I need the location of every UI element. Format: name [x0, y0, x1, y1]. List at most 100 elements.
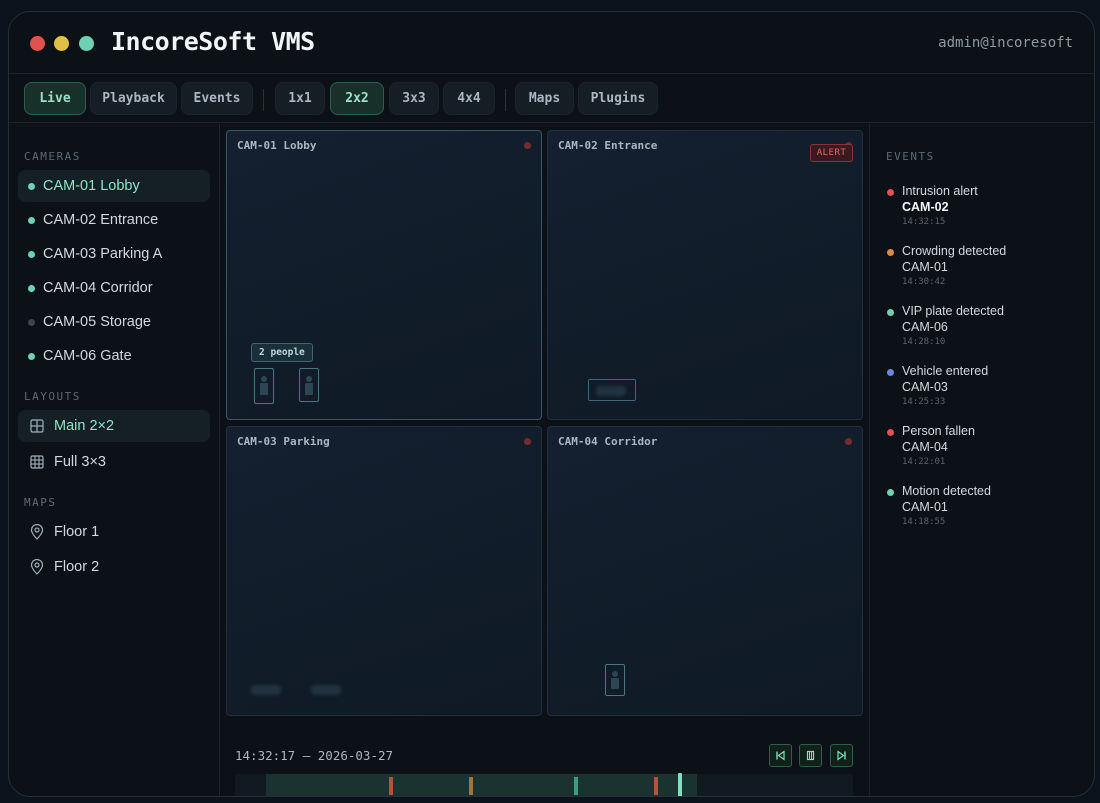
- layout-3x3-button[interactable]: 3x3: [389, 82, 439, 115]
- timeline-event-marker[interactable]: [469, 777, 473, 795]
- person-detection-box: [299, 368, 319, 402]
- camera-label: CAM-06 Gate: [43, 348, 132, 364]
- close-window-button[interactable]: [30, 36, 45, 51]
- vehicle-detection-box: [588, 379, 636, 401]
- recording-icon: [524, 438, 531, 445]
- person-icon: [611, 671, 619, 689]
- vehicle-shape: [596, 386, 626, 396]
- event-time: 14:30:42: [902, 277, 946, 287]
- severity-dot-icon: [887, 369, 894, 376]
- sidebar-item-cam-01[interactable]: CAM-01 Lobby: [18, 170, 210, 202]
- plugins-button[interactable]: Plugins: [578, 82, 658, 115]
- layout-label: Full 3×3: [54, 454, 106, 470]
- severity-dot-icon: [887, 189, 894, 196]
- tab-events[interactable]: Events: [181, 82, 253, 115]
- sidebar-item-cam-02[interactable]: CAM-02 Entrance: [18, 204, 210, 236]
- maximize-window-button[interactable]: [79, 36, 94, 51]
- sidebar-item-cam-05[interactable]: CAM-05 Storage: [18, 306, 210, 338]
- sidebar: CAMERAS CAM-01 Lobby CAM-02 Entrance CAM…: [9, 124, 220, 796]
- camera-label: CAM-05 Storage: [43, 314, 151, 330]
- severity-dot-icon: [887, 309, 894, 316]
- layouts-heading: LAYOUTS: [24, 390, 81, 403]
- tab-playback[interactable]: Playback: [90, 82, 177, 115]
- severity-dot-icon: [887, 489, 894, 496]
- severity-dot-icon: [887, 249, 894, 256]
- camera-label: CAM-04 Corridor: [43, 280, 153, 296]
- person-icon: [305, 376, 313, 395]
- event-title: Vehicle entered: [902, 364, 989, 378]
- skip-back-icon: [776, 750, 785, 761]
- layout-label: Main 2×2: [54, 418, 115, 434]
- playback-timestamp: 14:32:17 — 2026-03-27: [235, 748, 394, 763]
- sidebar-item-cam-03[interactable]: CAM-03 Parking A: [18, 238, 210, 270]
- grid-icon: [30, 455, 44, 469]
- toolbar-divider: [263, 89, 264, 111]
- minimize-window-button[interactable]: [54, 36, 69, 51]
- camera-label: CAM-01 Lobby: [43, 178, 140, 194]
- sidebar-item-floor-1[interactable]: Floor 1: [18, 516, 210, 548]
- status-dot-icon: [28, 250, 35, 258]
- status-dot-icon: [28, 352, 35, 360]
- grid-icon: [30, 419, 44, 433]
- camera-tile-cam-04[interactable]: CAM-04 Corridor: [547, 426, 863, 716]
- event-camera: CAM-01: [902, 260, 948, 274]
- user-account[interactable]: admin@incoresoft: [938, 35, 1073, 51]
- layout-2x2-button[interactable]: 2x2: [330, 82, 384, 115]
- event-camera: CAM-03: [902, 380, 948, 394]
- camera-tile-cam-01[interactable]: CAM-01 Lobby 2 people: [226, 130, 542, 420]
- camera-label: CAM-02 Entrance: [43, 212, 159, 228]
- camera-tile-cam-03[interactable]: CAM-03 Parking: [226, 426, 542, 716]
- event-time: 14:32:15: [902, 217, 946, 227]
- map-pin-icon: [30, 559, 44, 575]
- tab-live[interactable]: Live: [24, 82, 86, 115]
- detection-tag: 2 people: [251, 343, 313, 362]
- sidebar-item-layout-full-3x3[interactable]: Full 3×3: [18, 446, 210, 478]
- layout-1x1-button[interactable]: 1x1: [275, 82, 325, 115]
- toolbar: Live Playback Events 1x1 2x2 3x3 4x4 Map…: [9, 75, 1094, 123]
- timeline-track[interactable]: [235, 773, 853, 796]
- camera-tile-cam-02[interactable]: CAM-02 Entrance ALERT: [547, 130, 863, 420]
- sidebar-item-cam-06[interactable]: CAM-06 Gate: [18, 340, 210, 372]
- person-icon: [260, 376, 268, 395]
- maps-button[interactable]: Maps: [515, 82, 574, 115]
- status-dot-icon: [28, 216, 35, 224]
- event-time: 14:22:01: [902, 457, 946, 467]
- timeline-event-marker[interactable]: [574, 777, 578, 795]
- skip-forward-icon: [837, 750, 846, 761]
- skip-back-button[interactable]: [769, 744, 792, 767]
- event-camera: CAM-01: [902, 500, 948, 514]
- event-title: Crowding detected: [902, 244, 1007, 258]
- recording-icon: [845, 438, 852, 445]
- recording-icon: [524, 142, 531, 149]
- event-camera: CAM-02: [902, 200, 949, 214]
- tile-label: CAM-04 Corridor: [558, 435, 658, 448]
- pause-button[interactable]: [799, 744, 822, 767]
- event-title: Motion detected: [902, 484, 991, 498]
- playhead-handle[interactable]: [678, 773, 682, 796]
- event-camera: CAM-04: [902, 440, 948, 454]
- layout-4x4-button[interactable]: 4x4: [443, 82, 495, 115]
- sidebar-item-floor-2[interactable]: Floor 2: [18, 551, 210, 583]
- person-detection-box: [605, 664, 625, 696]
- event-time: 14:28:10: [902, 337, 946, 347]
- map-label: Floor 2: [54, 559, 100, 575]
- timeline-event-marker[interactable]: [654, 777, 658, 795]
- app-window: IncoreSoft VMS admin@incoresoft Live Pla…: [8, 11, 1095, 797]
- alert-badge: ALERT: [810, 144, 853, 162]
- severity-dot-icon: [887, 429, 894, 436]
- title-bar: IncoreSoft VMS admin@incoresoft: [9, 12, 1094, 74]
- tile-label: CAM-01 Lobby: [237, 139, 317, 152]
- map-label: Floor 1: [54, 524, 100, 540]
- sidebar-item-cam-04[interactable]: CAM-04 Corridor: [18, 272, 210, 304]
- status-dot-icon: [28, 182, 35, 190]
- sidebar-item-layout-main-2x2[interactable]: Main 2×2: [18, 410, 210, 442]
- maps-heading: MAPS: [24, 496, 57, 509]
- cameras-heading: CAMERAS: [24, 150, 81, 163]
- skip-forward-button[interactable]: [830, 744, 853, 767]
- status-dot-icon: [28, 284, 35, 292]
- tile-label: CAM-03 Parking: [237, 435, 330, 448]
- tile-label: CAM-02 Entrance: [558, 139, 658, 152]
- timeline-event-marker[interactable]: [389, 777, 393, 795]
- events-panel: EVENTS Intrusion alert CAM-02 14:32:15 C…: [869, 124, 1094, 796]
- map-pin-icon: [30, 524, 44, 540]
